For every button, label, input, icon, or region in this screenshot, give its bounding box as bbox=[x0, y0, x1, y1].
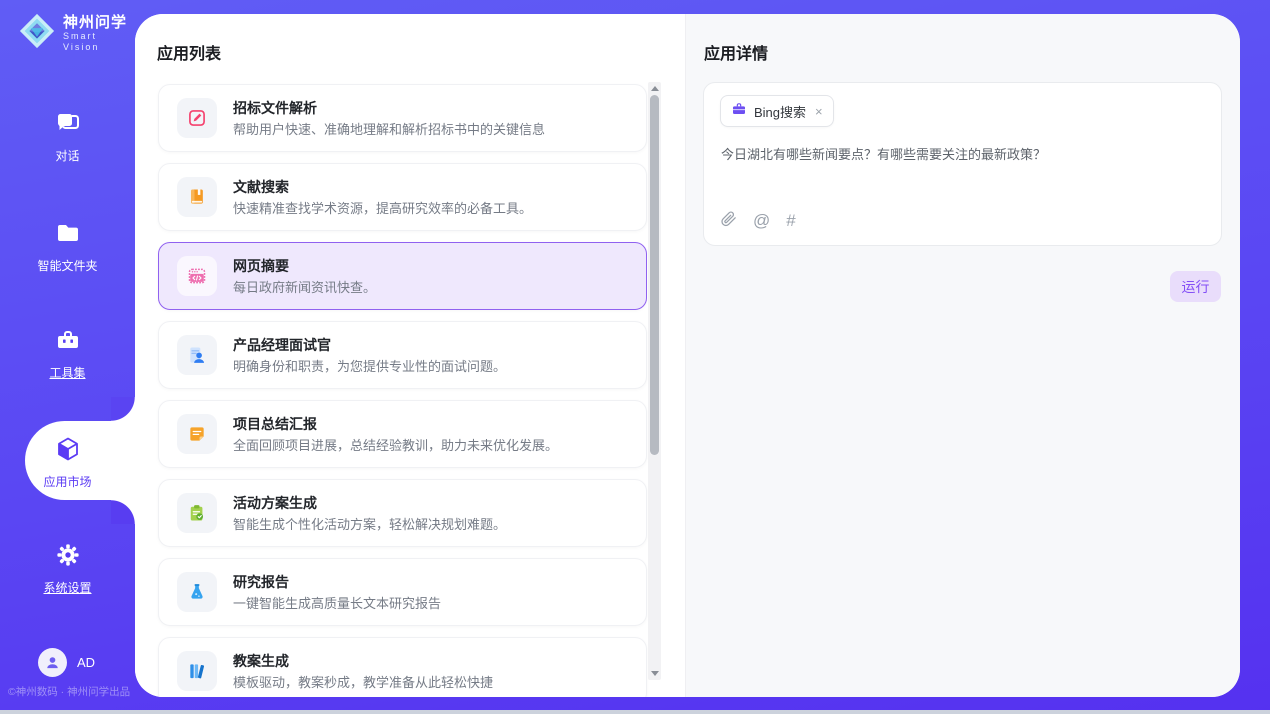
brand-subtitle: Smart Vision bbox=[63, 31, 135, 53]
sidebar-active-notch-top bbox=[111, 397, 135, 421]
app-card-description: 全面回顾项目进展，总结经验教训，助力未来优化发展。 bbox=[233, 435, 558, 454]
app-card-pm-interviewer[interactable]: 产品经理面试官 明确身份和职责，为您提供专业性的面试问题。 bbox=[158, 321, 647, 389]
tool-chip-bing-search[interactable]: Bing搜索 × bbox=[720, 95, 834, 127]
app-list: 招标文件解析 帮助用户快速、准确地理解和解析招标书中的关键信息 文献搜索 快速精… bbox=[158, 84, 647, 697]
app-detail-panel: 应用详情 Bing搜索 × 今日湖北有哪些新闻要点？有哪些需要关注的最新政策？ bbox=[685, 14, 1240, 697]
webpage-icon bbox=[177, 256, 217, 296]
sidebar-item-smart-folder[interactable]: 智能文件夹 bbox=[0, 220, 135, 274]
sidebar-item-settings[interactable]: 系统设置 bbox=[0, 542, 135, 596]
app-card-title: 网页摘要 bbox=[233, 256, 289, 276]
app-card-title: 产品经理面试官 bbox=[233, 335, 331, 355]
folder-icon bbox=[55, 220, 81, 251]
app-card-description: 帮助用户快速、准确地理解和解析招标书中的关键信息 bbox=[233, 119, 545, 138]
query-text-input[interactable]: 今日湖北有哪些新闻要点？有哪些需要关注的最新政策？ bbox=[721, 145, 1205, 164]
sidebar-item-label: 智能文件夹 bbox=[37, 257, 97, 274]
copyright-text: ©神州数码 · 神州问学出品 bbox=[8, 684, 135, 699]
app-card-description: 快速精准查找学术资源，提高研究效率的必备工具。 bbox=[233, 198, 532, 217]
sidebar-active-notch-bottom bbox=[111, 500, 135, 524]
prompt-card: Bing搜索 × 今日湖北有哪些新闻要点？有哪些需要关注的最新政策？ @ # bbox=[703, 82, 1222, 246]
sidebar-item-label: 应用市场 bbox=[43, 473, 91, 490]
app-card-lesson-plan[interactable]: 教案生成 模板驱动，教案秒成，教学准备从此轻松快捷 bbox=[158, 637, 647, 697]
app-card-research-report[interactable]: 研究报告 一键智能生成高质量长文本研究报告 bbox=[158, 558, 647, 626]
composer-toolbar: @ # bbox=[720, 210, 796, 232]
sidebar-item-app-market[interactable]: 应用市场 bbox=[0, 436, 135, 490]
app-card-title: 文献搜索 bbox=[233, 177, 289, 197]
chat-icon bbox=[55, 110, 81, 141]
app-list-panel: 应用列表 招标文件解析 帮助用户快速、准确地理解和解析招标书中的关键信息 bbox=[135, 14, 685, 697]
flask-icon bbox=[177, 572, 217, 612]
sidebar-item-toolset[interactable]: 工具集 bbox=[0, 327, 135, 381]
app-card-bid-analysis[interactable]: 招标文件解析 帮助用户快速、准确地理解和解析招标书中的关键信息 bbox=[158, 84, 647, 152]
chip-close-icon[interactable]: × bbox=[813, 104, 823, 119]
app-card-project-summary[interactable]: 项目总结汇报 全面回顾项目进展，总结经验教训，助力未来优化发展。 bbox=[158, 400, 647, 468]
app-detail-title: 应用详情 bbox=[704, 40, 768, 64]
brand-diamond-icon bbox=[18, 12, 56, 55]
app-card-literature-search[interactable]: 文献搜索 快速精准查找学术资源，提高研究效率的必备工具。 bbox=[158, 163, 647, 231]
note-icon bbox=[177, 414, 217, 454]
app-card-title: 招标文件解析 bbox=[233, 98, 317, 118]
window-bottom-edge bbox=[0, 710, 1270, 714]
sidebar: 神州问学 Smart Vision 对话 智能文件夹 bbox=[0, 0, 135, 714]
app-card-description: 每日政府新闻资讯快查。 bbox=[233, 277, 376, 296]
app-card-description: 明确身份和职责，为您提供专业性的面试问题。 bbox=[233, 356, 506, 375]
brand-title: 神州问学 bbox=[63, 14, 135, 31]
user-account[interactable]: AD bbox=[38, 648, 95, 677]
books-icon bbox=[177, 651, 217, 691]
main-panel: 应用列表 招标文件解析 帮助用户快速、准确地理解和解析招标书中的关键信息 bbox=[135, 14, 1240, 697]
briefcase-icon bbox=[731, 101, 747, 122]
sidebar-item-chat[interactable]: 对话 bbox=[0, 110, 135, 164]
gear-icon bbox=[55, 542, 81, 573]
tool-chip-label: Bing搜索 bbox=[754, 102, 806, 121]
cube-icon bbox=[55, 436, 81, 467]
brand-logo: 神州问学 Smart Vision bbox=[18, 12, 135, 55]
app-card-description: 智能生成个性化活动方案，轻松解决规划难题。 bbox=[233, 514, 506, 533]
mention-icon[interactable]: @ bbox=[753, 212, 770, 230]
sidebar-item-label: 系统设置 bbox=[43, 579, 91, 596]
clipboard-check-icon bbox=[177, 493, 217, 533]
scrollbar-thumb[interactable] bbox=[650, 95, 659, 455]
app-list-title: 应用列表 bbox=[157, 40, 221, 64]
user-name: AD bbox=[77, 655, 95, 670]
sidebar-item-label: 工具集 bbox=[49, 364, 85, 381]
toolbox-icon bbox=[55, 327, 81, 358]
interviewer-icon bbox=[177, 335, 217, 375]
app-card-web-summary[interactable]: 网页摘要 每日政府新闻资讯快查。 bbox=[158, 242, 647, 310]
sidebar-item-label: 对话 bbox=[55, 147, 79, 164]
app-card-title: 研究报告 bbox=[233, 572, 289, 592]
app-card-event-plan[interactable]: 活动方案生成 智能生成个性化活动方案，轻松解决规划难题。 bbox=[158, 479, 647, 547]
scroll-down-arrow-icon[interactable] bbox=[648, 667, 661, 680]
attachment-icon[interactable] bbox=[720, 210, 737, 232]
app-list-scrollbar[interactable] bbox=[648, 82, 661, 680]
run-button[interactable]: 运行 bbox=[1170, 271, 1221, 302]
book-icon bbox=[177, 177, 217, 217]
edit-doc-icon bbox=[177, 98, 217, 138]
hash-icon[interactable]: # bbox=[786, 212, 795, 230]
scroll-up-arrow-icon[interactable] bbox=[648, 82, 661, 95]
app-card-title: 项目总结汇报 bbox=[233, 414, 317, 434]
app-card-title: 活动方案生成 bbox=[233, 493, 317, 513]
app-card-title: 教案生成 bbox=[233, 651, 289, 671]
avatar bbox=[38, 648, 67, 677]
app-card-description: 模板驱动，教案秒成，教学准备从此轻松快捷 bbox=[233, 672, 493, 691]
app-card-description: 一键智能生成高质量长文本研究报告 bbox=[233, 593, 441, 612]
